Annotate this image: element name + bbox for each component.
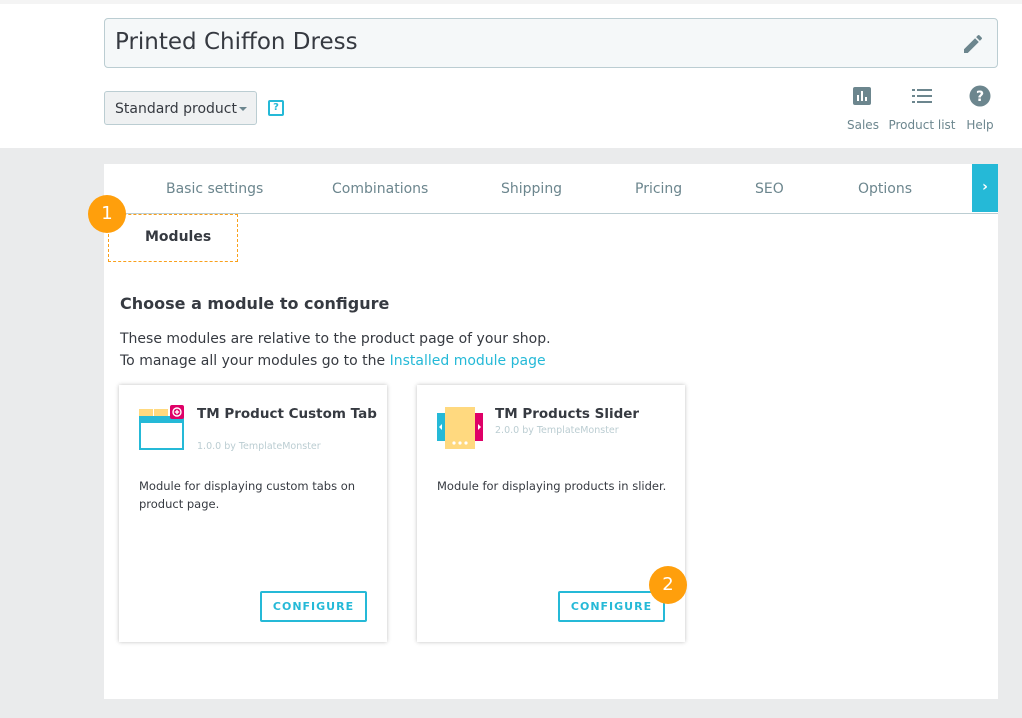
module-version: 1.0.0 by TemplateMonster	[197, 441, 321, 452]
description-line-2-text: To manage all your modules go to the	[120, 353, 390, 369]
bar-chart-icon	[847, 84, 877, 108]
tab-seo[interactable]: SEO	[755, 181, 784, 197]
product-tabs: Basic settings Combinations Shipping Pri…	[104, 164, 998, 214]
toolbar-product-list[interactable]: Product list	[888, 84, 956, 132]
list-icon	[888, 84, 956, 108]
pencil-icon[interactable]	[961, 32, 985, 56]
module-card-products-slider: TM Products Slider 2.0.0 by TemplateMons…	[417, 385, 685, 642]
tab-pricing[interactable]: Pricing	[635, 181, 682, 197]
section-heading: Choose a module to configure	[120, 294, 390, 313]
module-panel: Basic settings Combinations Shipping Pri…	[104, 164, 998, 699]
toolbar-sales-label: Sales	[847, 118, 879, 132]
tab-modules-label: Modules	[145, 229, 212, 245]
toolbar-help[interactable]: ? Help	[964, 84, 996, 132]
product-name-value: Printed Chiffon Dress	[115, 29, 358, 55]
tabs-next-button[interactable]: ›	[972, 164, 998, 212]
section-description: These modules are relative to the produc…	[120, 328, 551, 372]
step-badge-1: 1	[88, 195, 126, 233]
toolbar-help-label: Help	[966, 118, 994, 132]
help-icon[interactable]: ?	[268, 100, 284, 116]
module-card-custom-tab: TM Product Custom Tab 1.0.0 by TemplateM…	[119, 385, 387, 642]
step-badge-2: 2	[649, 566, 687, 604]
help-circle-icon: ?	[964, 84, 996, 108]
configure-button[interactable]: CONFIGURE	[260, 591, 367, 622]
tab-modules[interactable]: Modules	[108, 214, 238, 262]
configure-button[interactable]: CONFIGURE	[558, 591, 665, 622]
caret-down-icon	[239, 107, 247, 111]
product-type-select[interactable]: Standard product	[104, 91, 257, 125]
module-version: 2.0.0 by TemplateMonster	[495, 425, 619, 436]
description-line-1: These modules are relative to the produc…	[120, 331, 551, 347]
tab-shipping[interactable]: Shipping	[501, 181, 562, 197]
module-name: TM Products Slider	[495, 406, 640, 422]
module-description: Module for displaying products in slider…	[437, 479, 667, 493]
svg-text:?: ?	[976, 89, 984, 105]
product-type-value: Standard product	[115, 101, 237, 117]
installed-modules-link[interactable]: Installed module page	[390, 353, 546, 369]
toolbar-product-list-label: Product list	[888, 118, 956, 132]
tab-combinations[interactable]: Combinations	[332, 181, 428, 197]
tab-options[interactable]: Options	[858, 181, 912, 197]
module-name: TM Product Custom Tab	[197, 406, 377, 422]
description-line-2: To manage all your modules go to the Ins…	[120, 350, 551, 372]
tab-basic-settings[interactable]: Basic settings	[166, 181, 263, 197]
slider-icon	[437, 405, 483, 451]
toolbar-sales[interactable]: Sales	[847, 84, 879, 132]
custom-tab-icon	[139, 405, 185, 451]
module-description: Module for displaying custom tabs on pro…	[139, 479, 356, 511]
product-name-field[interactable]: Printed Chiffon Dress	[104, 18, 998, 68]
page-header: Printed Chiffon Dress Standard product ?…	[0, 0, 1022, 148]
